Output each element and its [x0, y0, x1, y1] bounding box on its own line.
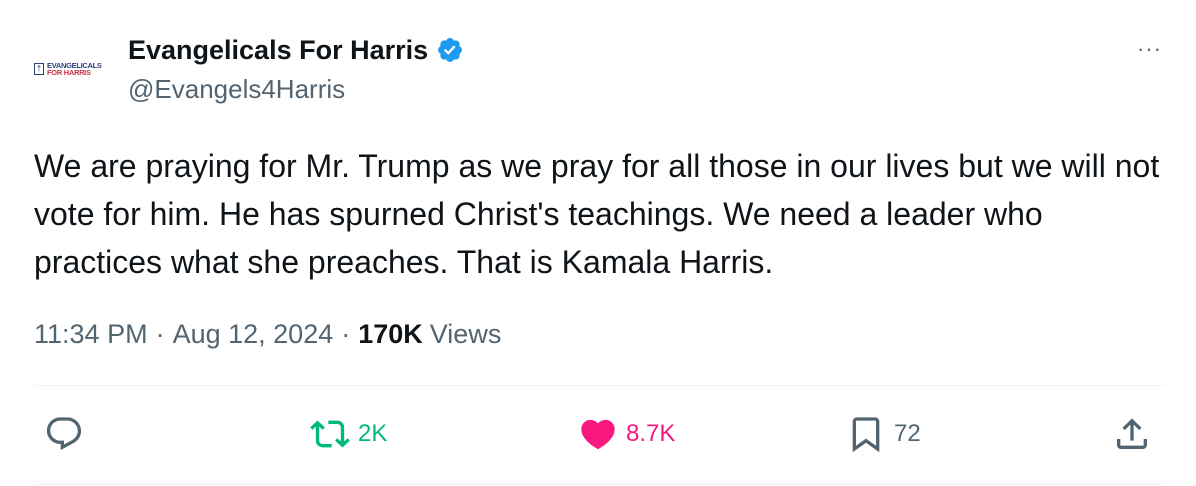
reply-button[interactable]: [44, 412, 92, 456]
separator: ·: [341, 318, 351, 349]
tweet-text: We are praying for Mr. Trump as we pray …: [34, 148, 1160, 280]
author-handle[interactable]: @Evangels4Harris: [128, 74, 345, 105]
tweet-metadata: 11:34 PM · Aug 12, 2024 · 170K Views: [34, 314, 501, 354]
bookmark-count: 72: [894, 420, 921, 447]
bookmark-button[interactable]: 72: [846, 412, 921, 456]
avatar-line-2: FOR HARRIS: [47, 68, 91, 77]
share-button[interactable]: [1112, 412, 1152, 456]
divider: [34, 484, 1164, 485]
share-icon: [1117, 418, 1147, 449]
retweet-button[interactable]: 2K: [310, 412, 387, 456]
heart-icon: [581, 419, 615, 450]
verified-badge-icon: [438, 38, 463, 62]
avatar-logo-text: EVANGELICALS FOR HARRIS: [47, 61, 102, 77]
reply-icon: [46, 417, 82, 451]
views-count: 170K: [358, 318, 423, 349]
avatar[interactable]: † EVANGELICALS FOR HARRIS: [34, 54, 108, 84]
display-name[interactable]: Evangelicals For Harris: [128, 35, 428, 66]
views-label: Views: [429, 318, 502, 349]
retweet-count: 2K: [358, 420, 388, 447]
more-options-icon[interactable]: ···: [1137, 36, 1162, 62]
like-count: 8.7K: [626, 420, 676, 447]
retweet-icon: [310, 420, 350, 448]
tweet-time[interactable]: 11:34 PM: [34, 319, 148, 350]
divider: [34, 385, 1164, 386]
author-name-row: Evangelicals For Harris: [128, 32, 464, 68]
cross-icon: †: [34, 63, 44, 75]
separator: ·: [155, 318, 165, 349]
tweet-date[interactable]: Aug 12, 2024: [173, 319, 334, 350]
bookmark-icon: [852, 417, 880, 453]
like-button[interactable]: 8.7K: [578, 412, 675, 456]
